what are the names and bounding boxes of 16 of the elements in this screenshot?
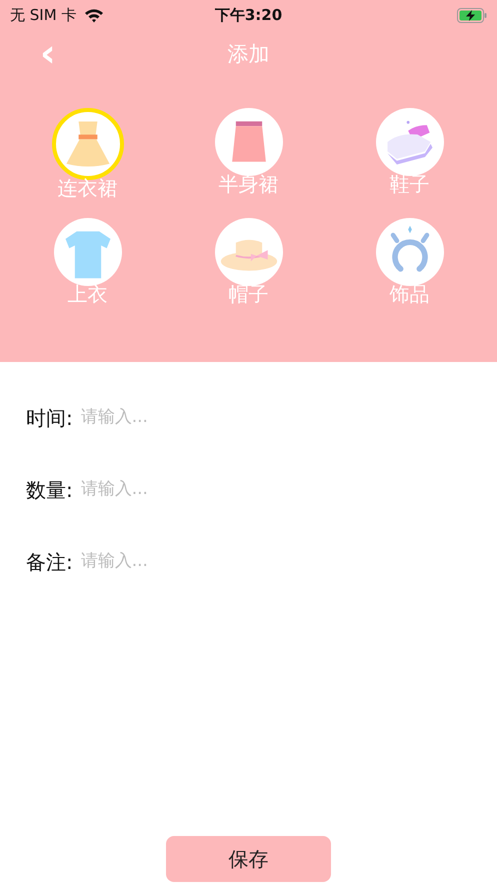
category-button[interactable]: 上衣 (7, 218, 168, 306)
back-button[interactable]: ‹ (34, 36, 62, 70)
category-button[interactable]: 饰品 (329, 218, 490, 306)
clock-time: 下午3:20 (214, 4, 282, 26)
field-label: 备注: (26, 549, 73, 576)
save-button[interactable]: 保存 (166, 836, 331, 882)
field-label: 时间: (26, 405, 73, 432)
field-label: 数量: (26, 477, 73, 504)
wifi-icon (84, 8, 104, 22)
category-button[interactable]: 鞋子 (329, 108, 490, 200)
carrier-name: 无 SIM 卡 (10, 4, 76, 26)
category-button[interactable]: 半身裙 (168, 108, 329, 200)
page-title: 添加 (228, 41, 270, 68)
battery-icon (457, 8, 487, 22)
category-button[interactable]: 连衣裙 (7, 108, 168, 200)
category-button[interactable]: 帽子 (168, 218, 329, 306)
